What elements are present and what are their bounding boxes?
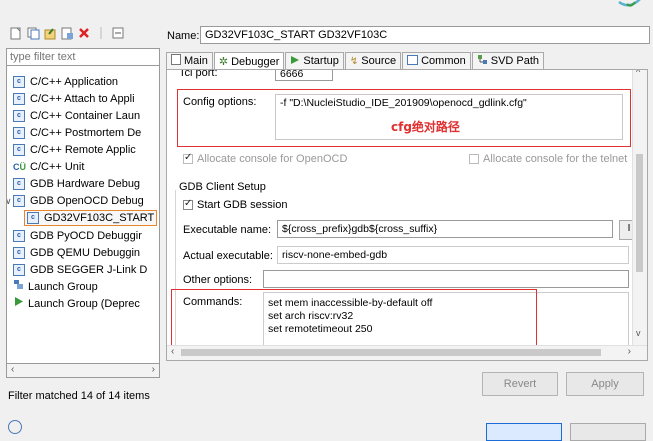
filter-status-text: Filter matched 14 of 14 items — [8, 390, 150, 402]
main-tab-icon — [171, 54, 181, 68]
actual-executable-field: riscv-none-embed-gdb — [277, 246, 629, 264]
allocate-openocd-checkbox[interactable]: Allocate console for OpenOCD — [183, 152, 347, 165]
apply-button[interactable]: Apply — [566, 372, 644, 396]
debugger-tab-content: Tcl port: 6666 Config options: -f "D:\Nu… — [166, 69, 648, 361]
scroll-down-icon[interactable]: v — [636, 328, 641, 338]
launch-config-toolbar — [9, 24, 125, 42]
tree-horizontal-scrollbar[interactable]: ‹ › — [6, 364, 160, 378]
c-config-icon: c — [13, 264, 25, 276]
start-gdb-checkbox[interactable]: Start GDB session — [183, 198, 287, 211]
svd-tab-icon — [477, 54, 488, 68]
actual-executable-label: Actual executable: — [183, 250, 273, 262]
tree-item-gd32vf103c-start[interactable]: c GD32VF103C_START — [24, 210, 158, 226]
debugger-tab-icon: ✲ — [218, 56, 229, 68]
separator-icon — [94, 26, 108, 40]
expand-arrow-icon[interactable]: ∨ — [7, 193, 13, 209]
tab-common[interactable]: Common — [402, 52, 471, 69]
collapse-all-icon[interactable] — [111, 26, 125, 40]
common-tab-icon — [407, 54, 419, 68]
new-config-icon[interactable] — [9, 26, 23, 40]
scroll-up-icon[interactable]: ^ — [636, 70, 640, 77]
tree-item-cpp-unit[interactable]: CÜ C/C++ Unit — [13, 159, 84, 175]
scroll-left-icon[interactable]: ‹ — [11, 364, 14, 375]
tree-item-cpp-attach[interactable]: c C/C++ Attach to Appli — [13, 91, 135, 107]
c-config-icon: c — [13, 144, 25, 156]
tree-item-gdb-hardware[interactable]: c GDB Hardware Debug — [13, 176, 140, 192]
c-config-icon: c — [13, 230, 25, 242]
tcl-port-field[interactable]: 6666 — [275, 70, 333, 81]
scroll-right-icon[interactable]: › — [152, 364, 155, 375]
allocate-openocd-check-icon — [183, 152, 193, 165]
scroll-right-icon[interactable]: › — [628, 346, 631, 357]
export-icon[interactable] — [43, 26, 57, 40]
source-tab-icon: ↯ — [349, 55, 359, 67]
debug-button[interactable] — [486, 423, 562, 441]
tab-source[interactable]: ↯ Source — [344, 52, 402, 69]
c-config-icon: c — [13, 178, 25, 190]
executable-name-field[interactable]: ${cross_prefix}gdb${cross_suffix} — [277, 220, 613, 238]
filter-input[interactable] — [7, 49, 159, 65]
launch-config-tree: c C/C++ Application c C/C++ Attach to Appl… — [6, 66, 160, 364]
tab-debugger[interactable]: ✲ Debugger — [213, 52, 285, 70]
other-options-label: Other options: — [183, 274, 253, 286]
commands-highlight — [171, 289, 537, 346]
c-config-icon: c — [13, 110, 25, 122]
close-button[interactable] — [570, 423, 646, 441]
import-icon[interactable] — [60, 26, 74, 40]
tree-item-gdb-pyocd[interactable]: c GDB PyOCD Debuggir — [13, 228, 142, 244]
filter-input-wrapper — [6, 48, 160, 66]
duplicate-icon[interactable] — [26, 26, 40, 40]
horizontal-scroll-thumb[interactable] — [181, 349, 601, 356]
config-tabs: Main ✲ Debugger Startup ↯ Source Common SV… — [166, 52, 545, 70]
tab-svd-path[interactable]: SVD Path — [471, 52, 545, 69]
tree-item-gdb-segger[interactable]: c GDB SEGGER J-Link D — [13, 262, 147, 278]
c-config-icon: c — [13, 127, 25, 139]
tree-item-cpp-container[interactable]: c C/C++ Container Laun — [13, 108, 140, 124]
tree-item-launch-group[interactable]: Launch Group — [13, 279, 98, 295]
allocate-telnet-checkbox[interactable]: Allocate console for the telnet — [469, 153, 627, 165]
c-config-icon: c — [13, 93, 25, 105]
eclipse-logo-icon — [615, 0, 645, 12]
start-gdb-check-icon — [183, 198, 193, 211]
delete-icon[interactable] — [77, 26, 91, 40]
name-label: Name: — [167, 30, 200, 42]
tree-item-cpp-application[interactable]: c C/C++ Application — [13, 74, 118, 90]
tab-startup[interactable]: Startup — [285, 52, 344, 69]
startup-tab-icon — [290, 55, 300, 68]
c-config-icon: c — [27, 212, 39, 224]
tree-item-gdb-openocd[interactable]: ∨cGDB OpenOCD Debug — [7, 193, 144, 209]
allocate-telnet-check-icon — [469, 154, 479, 165]
tree-item-launch-group-deprecated[interactable]: Launch Group (Deprec — [13, 296, 140, 312]
content-horizontal-scrollbar[interactable]: ‹ › — [167, 345, 647, 360]
other-options-field[interactable] — [263, 270, 629, 288]
run-icon — [13, 296, 24, 312]
config-options-highlight — [177, 89, 631, 147]
unit-test-icon: CÜ — [13, 162, 26, 172]
c-config-icon: c — [13, 76, 25, 88]
revert-button[interactable]: Revert — [482, 372, 558, 396]
vertical-scroll-thumb[interactable] — [636, 154, 643, 272]
tab-main[interactable]: Main — [166, 52, 213, 69]
tree-item-gdb-qemu[interactable]: c GDB QEMU Debuggin — [13, 245, 140, 261]
tree-item-cpp-postmortem[interactable]: c C/C++ Postmortem De — [13, 125, 141, 141]
tcl-port-label: Tcl port: — [179, 69, 218, 79]
c-config-icon: c — [13, 195, 25, 207]
launch-group-icon — [13, 279, 24, 295]
executable-name-label: Executable name: — [183, 224, 272, 236]
content-vertical-scrollbar[interactable]: ^ v — [632, 70, 647, 346]
c-config-icon: c — [13, 247, 25, 259]
config-name-field[interactable]: GD32VF103C_START GD32VF103C — [200, 26, 650, 44]
scroll-left-icon[interactable]: ‹ — [171, 346, 174, 357]
tree-item-cpp-remote[interactable]: c C/C++ Remote Applic — [13, 142, 136, 158]
